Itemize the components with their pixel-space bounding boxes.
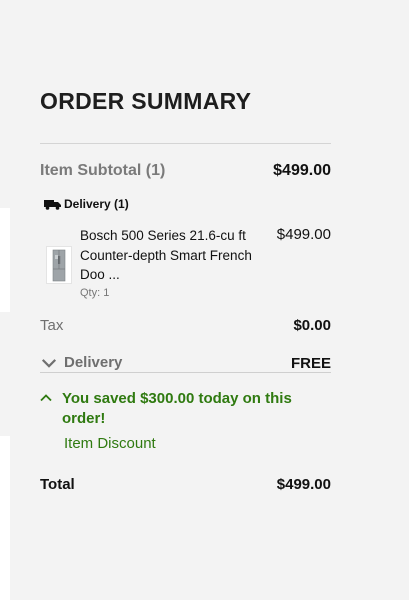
- truck-icon: [44, 199, 61, 210]
- left-edge-panel: [0, 208, 10, 312]
- subtotal-row: Item Subtotal (1) $499.00: [40, 162, 331, 180]
- tax-row: Tax $0.00: [40, 317, 331, 334]
- page-title: ORDER SUMMARY: [40, 88, 252, 114]
- chevron-up-icon: [40, 394, 52, 402]
- total-value: $499.00: [276, 476, 331, 493]
- refrigerator-icon: [52, 249, 66, 282]
- item-price: $499.00: [276, 226, 331, 243]
- tax-label: Tax: [40, 317, 64, 334]
- savings-toggle[interactable]: You saved $300.00 today on this order!: [40, 389, 331, 429]
- total-row: Total $499.00: [40, 476, 331, 493]
- item-quantity: Qty: 1: [80, 287, 110, 299]
- item-discount-label: Item Discount: [64, 435, 156, 452]
- divider: [40, 372, 331, 373]
- delivery-toggle[interactable]: Delivery: [40, 354, 122, 371]
- delivery-group-label: Delivery (1): [64, 197, 129, 211]
- left-edge-panel: [0, 436, 10, 600]
- delivery-row[interactable]: Delivery FREE: [40, 354, 331, 372]
- tax-value: $0.00: [293, 317, 331, 334]
- subtotal-label: Item Subtotal (1): [40, 162, 166, 179]
- subtotal-value: $499.00: [273, 162, 331, 179]
- delivery-value: FREE: [290, 354, 331, 372]
- total-label: Total: [40, 476, 75, 493]
- divider: [40, 143, 331, 144]
- delivery-label: Delivery: [64, 354, 123, 371]
- item-name[interactable]: Bosch 500 Series 21.6-cu ft Counter-dept…: [80, 226, 258, 285]
- refrigerator-thumbnail[interactable]: [46, 246, 72, 284]
- delivery-group-header: Delivery (1): [44, 197, 129, 211]
- chevron-down-icon: [41, 358, 57, 368]
- savings-text: You saved $300.00 today on this order!: [62, 390, 292, 427]
